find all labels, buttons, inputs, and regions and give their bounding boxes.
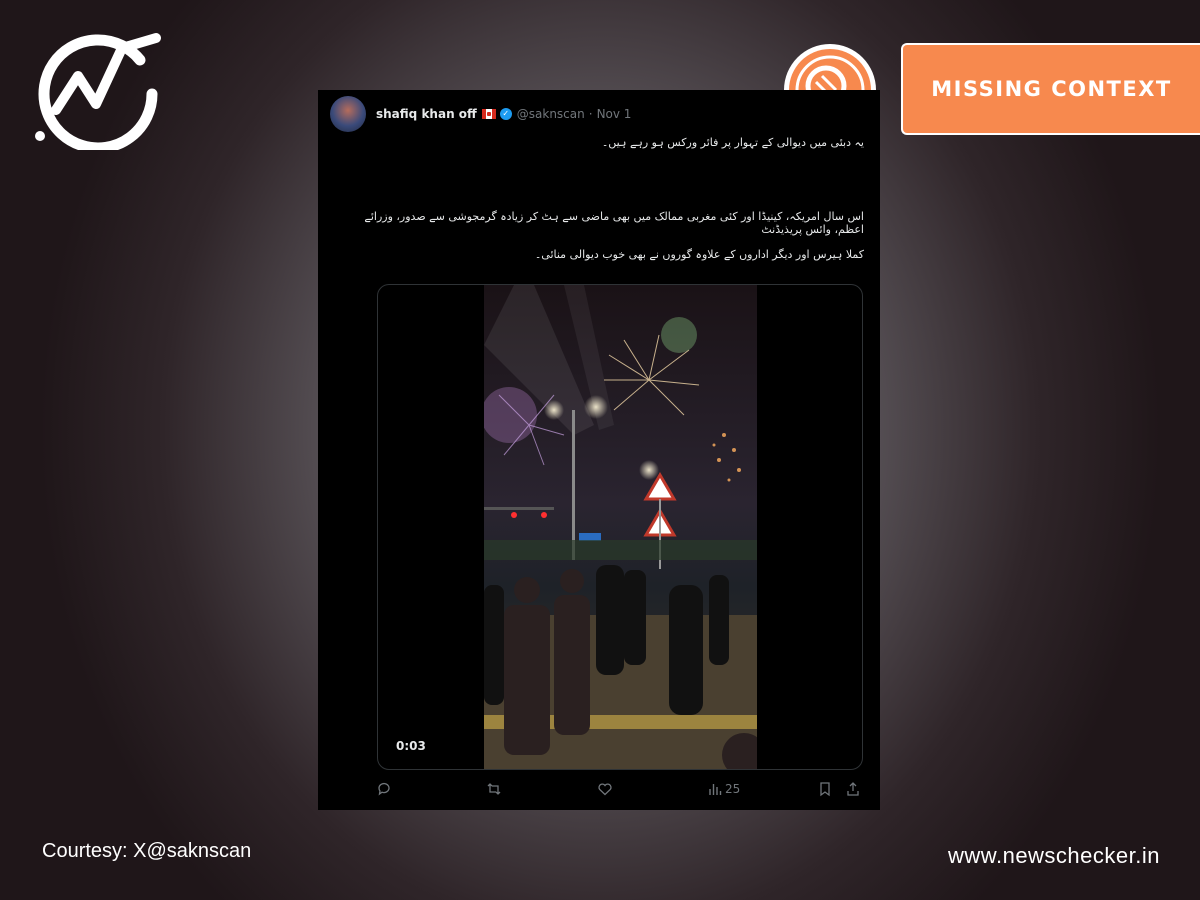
reply-icon <box>378 782 390 796</box>
checkmark-chart-logo <box>35 33 161 150</box>
verdict-label: MISSING CONTEXT <box>931 77 1172 101</box>
tweet-card: shafiq khan off ✓ @saknscan · Nov 1 یہ د… <box>318 90 880 810</box>
tweet-header: shafiq khan off ✓ @saknscan · Nov 1 <box>330 96 632 132</box>
tweet-date[interactable]: Nov 1 <box>597 107 632 121</box>
video-timestamp: 0:03 <box>396 739 426 753</box>
tweet-text-line-2: اس سال امریکہ، کینیڈا اور کئی مغربی ممال… <box>364 210 864 236</box>
tweet-actions-bar: 25 <box>318 780 880 800</box>
website-url[interactable]: www.newschecker.in <box>948 843 1160 869</box>
verdict-badge: MISSING CONTEXT <box>901 43 1200 135</box>
separator: · <box>588 107 593 121</box>
bookmark-button[interactable] <box>817 780 833 798</box>
views-icon <box>709 784 722 795</box>
canada-flag-icon <box>481 109 496 119</box>
retweet-button[interactable] <box>486 780 502 798</box>
like-button[interactable] <box>597 780 613 798</box>
fireworks-video-frame[interactable] <box>484 285 757 770</box>
video-player[interactable]: 0:03 <box>377 284 863 770</box>
author-name[interactable]: shafiq khan off <box>376 107 477 121</box>
verified-badge-icon: ✓ <box>499 108 512 120</box>
author-handle[interactable]: @saknscan <box>517 107 585 121</box>
views-count: 25 <box>725 782 741 796</box>
tweet-text-line-1: یہ دبئی میں دیوالی کے تہوار پر فائر ورکس… <box>601 136 864 149</box>
share-icon <box>847 782 859 796</box>
avatar[interactable] <box>330 96 366 132</box>
retweet-icon <box>487 783 501 795</box>
tweet-text-line-3: کملا ہیرس اور دیگر اداروں کے علاوہ گوروں… <box>534 248 864 261</box>
reply-button[interactable] <box>376 780 392 798</box>
views-button[interactable]: 25 <box>707 780 740 798</box>
share-button[interactable] <box>845 780 861 798</box>
courtesy-credit: Courtesy: X@saknscan <box>42 840 252 862</box>
like-icon <box>598 783 612 796</box>
bookmark-icon <box>820 782 830 797</box>
